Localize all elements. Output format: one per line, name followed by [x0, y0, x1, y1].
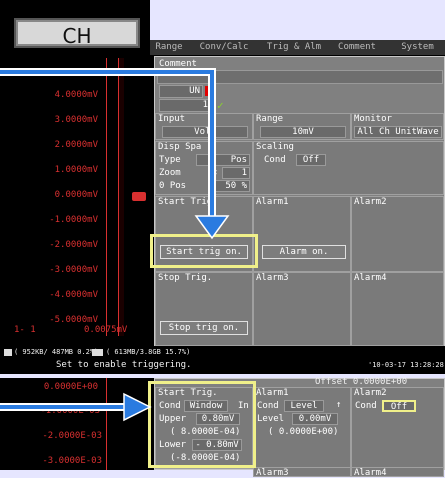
arrow-indicator-bottom — [0, 392, 152, 422]
usb-icon — [92, 349, 103, 356]
ch-tab-label: CH — [62, 24, 92, 48]
alarm4-section: Alarm4 — [351, 272, 444, 346]
alarm4-label: Alarm4 — [354, 273, 387, 283]
tab-comment[interactable]: Comment — [330, 40, 384, 54]
cf-status: ( 952KB/ 487MB 0.2%) — [14, 348, 99, 356]
monitor-label: Monitor — [354, 114, 392, 124]
alarm1-slope-icon[interactable]: ↑ — [336, 400, 341, 410]
range-section: Range 10mV — [253, 113, 351, 140]
alarm1-label-2: Alarm1 — [256, 388, 289, 398]
hint-text: Set to enable triggering. — [56, 360, 192, 370]
scaling-cond-value[interactable]: Off — [296, 154, 326, 166]
y-tick-2-0: 0.0000E+00 — [43, 382, 98, 392]
alarm1-cond-value[interactable]: Level — [284, 400, 324, 412]
alarm2-cond-label: Cond — [355, 401, 377, 411]
alarm1-level-value[interactable]: 0.00mV — [292, 413, 338, 425]
alarm1-section: Alarm1 Alarm on. — [253, 196, 351, 272]
alarm1-section-2: Alarm1 Cond Level ↑ Level 0.00mV ( 0.000… — [253, 387, 351, 469]
ch-tab-button[interactable]: CH — [14, 18, 140, 48]
alarm1-level-sci: ( 0.0000E+00) — [268, 427, 339, 437]
y-tick-minus-5mv: -5.0000mV — [49, 315, 98, 325]
alarm3-section: Alarm3 — [253, 272, 351, 346]
alarm-on-button[interactable]: Alarm on. — [262, 245, 346, 259]
cf-card-icon — [4, 349, 12, 356]
y-tick-minus-3mv: -3.0000mV — [49, 265, 98, 275]
monitor-value[interactable]: All Ch UnitWave — [354, 126, 442, 138]
scaling-label: Scaling — [256, 142, 294, 152]
alarm1-cond-label: Cond — [257, 401, 279, 411]
tab-trig-alm[interactable]: Trig & Alm — [260, 40, 328, 54]
tab-range[interactable]: Range — [150, 40, 188, 54]
offset-text: Offset 0.0000E+00 — [315, 377, 408, 387]
alarm3-label: Alarm3 — [256, 273, 289, 283]
usb-status: ( 613MB/3.8GB 15.7%) — [106, 348, 191, 356]
range-value[interactable]: 10mV — [260, 126, 346, 138]
range-label: Range — [256, 114, 284, 124]
tab-conv-calc[interactable]: Conv/Calc — [192, 40, 256, 54]
alarm2-label: Alarm2 — [354, 197, 387, 207]
alarm1-label: Alarm1 — [256, 197, 289, 207]
trace-value: 0.0075mV — [84, 325, 128, 335]
alarm4-section-2: Alarm4 — [351, 467, 444, 478]
tab-bar: Range Conv/Calc Trig & Alm Comment Syste… — [150, 40, 445, 55]
stop-trig-label: Stop Trig. — [158, 273, 213, 283]
monitor-section: Monitor All Ch UnitWave — [351, 113, 444, 140]
y-tick-2-2: -2.0000E-03 — [42, 431, 102, 441]
alarm2-section: Alarm2 — [351, 196, 444, 272]
alarm2-cond-value[interactable]: Off — [382, 400, 416, 412]
alarm2-label-2: Alarm2 — [354, 388, 387, 398]
y-tick-2-3: -3.0000E-03 — [42, 456, 102, 466]
arrow-indicator-top — [0, 68, 230, 240]
start-trig-settings-highlight — [148, 381, 256, 468]
stop-trig-button[interactable]: Stop trig on. — [160, 321, 248, 335]
y-tick-minus-2mv: -2.0000mV — [49, 240, 98, 250]
trace-label: 1- 1 — [14, 325, 36, 335]
alarm1-level-label: Level — [257, 414, 285, 424]
datetime: '10-03-17 13:28:28 — [368, 361, 444, 369]
status-bar: ( 952KB/ 487MB 0.2%) ( 613MB/3.8GB 15.7%… — [0, 346, 445, 374]
stop-trig-section: Stop Trig. Stop trig on. — [155, 272, 253, 346]
scaling-cond-label: Cond — [264, 155, 286, 165]
tab-system[interactable]: System — [390, 40, 445, 54]
y-tick-minus-4mv: -4.0000mV — [49, 290, 98, 300]
scaling-section: Scaling Cond Off — [253, 141, 444, 195]
alarm3-section-2: Alarm3 — [253, 467, 351, 478]
alarm2-section-2: Alarm2 Cond Off — [351, 387, 444, 469]
